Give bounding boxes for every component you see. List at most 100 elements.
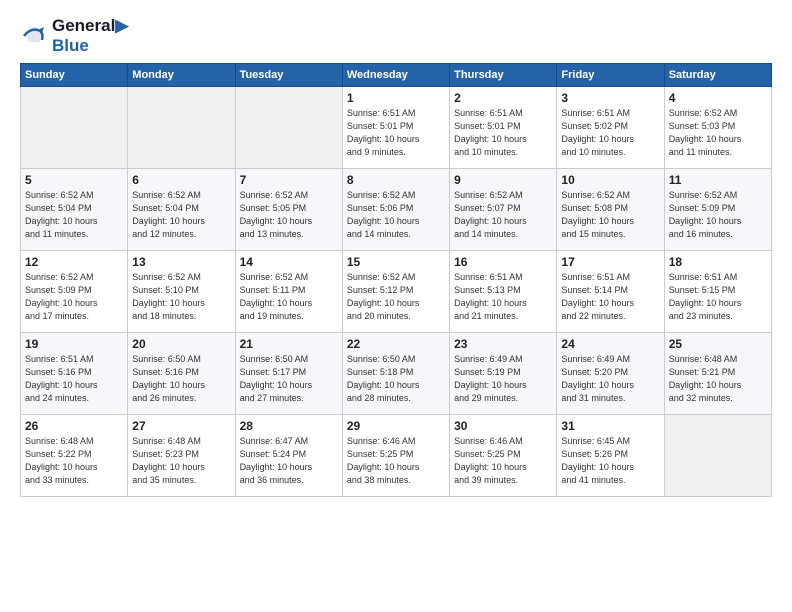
day-number: 14 xyxy=(240,255,338,269)
cell-content: Sunrise: 6:52 AM Sunset: 5:06 PM Dayligh… xyxy=(347,189,445,241)
day-number: 3 xyxy=(561,91,659,105)
calendar-cell: 14 Sunrise: 6:52 AM Sunset: 5:11 PM Dayli… xyxy=(235,251,342,333)
cell-content: Sunrise: 6:51 AM Sunset: 5:02 PM Dayligh… xyxy=(561,107,659,159)
calendar-cell: 2 Sunrise: 6:51 AM Sunset: 5:01 PM Daylig… xyxy=(450,87,557,169)
calendar-cell: 16 Sunrise: 6:51 AM Sunset: 5:13 PM Dayli… xyxy=(450,251,557,333)
cell-content: Sunrise: 6:51 AM Sunset: 5:01 PM Dayligh… xyxy=(347,107,445,159)
calendar-cell xyxy=(235,87,342,169)
calendar-cell: 18 Sunrise: 6:51 AM Sunset: 5:15 PM Dayli… xyxy=(664,251,771,333)
cell-content: Sunrise: 6:50 AM Sunset: 5:17 PM Dayligh… xyxy=(240,353,338,405)
day-number: 7 xyxy=(240,173,338,187)
cell-content: Sunrise: 6:46 AM Sunset: 5:25 PM Dayligh… xyxy=(454,435,552,487)
calendar-cell: 25 Sunrise: 6:48 AM Sunset: 5:21 PM Dayli… xyxy=(664,333,771,415)
cell-content: Sunrise: 6:47 AM Sunset: 5:24 PM Dayligh… xyxy=(240,435,338,487)
cell-content: Sunrise: 6:52 AM Sunset: 5:07 PM Dayligh… xyxy=(454,189,552,241)
weekday-header-sunday: Sunday xyxy=(21,64,128,87)
cell-content: Sunrise: 6:46 AM Sunset: 5:25 PM Dayligh… xyxy=(347,435,445,487)
weekday-header-friday: Friday xyxy=(557,64,664,87)
calendar-cell: 27Sunrise: 6:48 AM Sunset: 5:23 PM Dayli… xyxy=(128,415,235,497)
day-number: 22 xyxy=(347,337,445,351)
day-number: 12 xyxy=(25,255,123,269)
cell-content: Sunrise: 6:50 AM Sunset: 5:18 PM Dayligh… xyxy=(347,353,445,405)
calendar-week-row: 26Sunrise: 6:48 AM Sunset: 5:22 PM Dayli… xyxy=(21,415,772,497)
day-number: 15 xyxy=(347,255,445,269)
day-number: 31 xyxy=(561,419,659,433)
calendar-cell: 23Sunrise: 6:49 AM Sunset: 5:19 PM Dayli… xyxy=(450,333,557,415)
cell-content: Sunrise: 6:52 AM Sunset: 5:05 PM Dayligh… xyxy=(240,189,338,241)
weekday-header-wednesday: Wednesday xyxy=(342,64,449,87)
logo: General▶ Blue xyxy=(20,16,128,55)
calendar-week-row: 19 Sunrise: 6:51 AM Sunset: 5:16 PM Dayli… xyxy=(21,333,772,415)
calendar-cell: 13Sunrise: 6:52 AM Sunset: 5:10 PM Dayli… xyxy=(128,251,235,333)
weekday-header-thursday: Thursday xyxy=(450,64,557,87)
cell-content: Sunrise: 6:48 AM Sunset: 5:21 PM Dayligh… xyxy=(669,353,767,405)
calendar-week-row: 1 Sunrise: 6:51 AM Sunset: 5:01 PM Daylig… xyxy=(21,87,772,169)
day-number: 9 xyxy=(454,173,552,187)
cell-content: Sunrise: 6:52 AM Sunset: 5:04 PM Dayligh… xyxy=(25,189,123,241)
calendar-cell: 3 Sunrise: 6:51 AM Sunset: 5:02 PM Daylig… xyxy=(557,87,664,169)
calendar-cell: 10 Sunrise: 6:52 AM Sunset: 5:08 PM Dayli… xyxy=(557,169,664,251)
cell-content: Sunrise: 6:52 AM Sunset: 5:08 PM Dayligh… xyxy=(561,189,659,241)
cell-content: Sunrise: 6:48 AM Sunset: 5:22 PM Dayligh… xyxy=(25,435,123,487)
cell-content: Sunrise: 6:49 AM Sunset: 5:19 PM Dayligh… xyxy=(454,353,552,405)
cell-content: Sunrise: 6:51 AM Sunset: 5:14 PM Dayligh… xyxy=(561,271,659,323)
calendar-cell: 19 Sunrise: 6:51 AM Sunset: 5:16 PM Dayli… xyxy=(21,333,128,415)
day-number: 8 xyxy=(347,173,445,187)
weekday-header-tuesday: Tuesday xyxy=(235,64,342,87)
day-number: 11 xyxy=(669,173,767,187)
day-number: 20 xyxy=(132,337,230,351)
day-number: 30 xyxy=(454,419,552,433)
day-number: 2 xyxy=(454,91,552,105)
weekday-header-row: SundayMondayTuesdayWednesdayThursdayFrid… xyxy=(21,64,772,87)
day-number: 5 xyxy=(25,173,123,187)
calendar-cell: 15 Sunrise: 6:52 AM Sunset: 5:12 PM Dayli… xyxy=(342,251,449,333)
calendar-cell: 17 Sunrise: 6:51 AM Sunset: 5:14 PM Dayli… xyxy=(557,251,664,333)
day-number: 4 xyxy=(669,91,767,105)
logo-icon xyxy=(20,22,48,50)
day-number: 19 xyxy=(25,337,123,351)
calendar-cell: 30 Sunrise: 6:46 AM Sunset: 5:25 PM Dayli… xyxy=(450,415,557,497)
calendar-cell: 26Sunrise: 6:48 AM Sunset: 5:22 PM Dayli… xyxy=(21,415,128,497)
cell-content: Sunrise: 6:51 AM Sunset: 5:01 PM Dayligh… xyxy=(454,107,552,159)
page-header: General▶ Blue xyxy=(20,16,772,55)
calendar-cell: 6 Sunrise: 6:52 AM Sunset: 5:04 PM Daylig… xyxy=(128,169,235,251)
calendar-cell: 20 Sunrise: 6:50 AM Sunset: 5:16 PM Dayli… xyxy=(128,333,235,415)
cell-content: Sunrise: 6:52 AM Sunset: 5:09 PM Dayligh… xyxy=(669,189,767,241)
day-number: 6 xyxy=(132,173,230,187)
cell-content: Sunrise: 6:52 AM Sunset: 5:12 PM Dayligh… xyxy=(347,271,445,323)
calendar-week-row: 12Sunrise: 6:52 AM Sunset: 5:09 PM Dayli… xyxy=(21,251,772,333)
day-number: 1 xyxy=(347,91,445,105)
calendar-cell: 29 Sunrise: 6:46 AM Sunset: 5:25 PM Dayli… xyxy=(342,415,449,497)
cell-content: Sunrise: 6:52 AM Sunset: 5:11 PM Dayligh… xyxy=(240,271,338,323)
cell-content: Sunrise: 6:50 AM Sunset: 5:16 PM Dayligh… xyxy=(132,353,230,405)
calendar-cell: 31 Sunrise: 6:45 AM Sunset: 5:26 PM Dayli… xyxy=(557,415,664,497)
calendar-cell: 8 Sunrise: 6:52 AM Sunset: 5:06 PM Daylig… xyxy=(342,169,449,251)
calendar-cell xyxy=(128,87,235,169)
calendar-cell xyxy=(664,415,771,497)
cell-content: Sunrise: 6:51 AM Sunset: 5:16 PM Dayligh… xyxy=(25,353,123,405)
cell-content: Sunrise: 6:51 AM Sunset: 5:13 PM Dayligh… xyxy=(454,271,552,323)
logo-text: General▶ Blue xyxy=(52,16,128,55)
cell-content: Sunrise: 6:48 AM Sunset: 5:23 PM Dayligh… xyxy=(132,435,230,487)
cell-content: Sunrise: 6:52 AM Sunset: 5:04 PM Dayligh… xyxy=(132,189,230,241)
day-number: 10 xyxy=(561,173,659,187)
calendar-cell: 12Sunrise: 6:52 AM Sunset: 5:09 PM Dayli… xyxy=(21,251,128,333)
calendar-cell: 22 Sunrise: 6:50 AM Sunset: 5:18 PM Dayli… xyxy=(342,333,449,415)
day-number: 25 xyxy=(669,337,767,351)
day-number: 16 xyxy=(454,255,552,269)
cell-content: Sunrise: 6:52 AM Sunset: 5:03 PM Dayligh… xyxy=(669,107,767,159)
weekday-header-saturday: Saturday xyxy=(664,64,771,87)
calendar-cell: 4 Sunrise: 6:52 AM Sunset: 5:03 PM Daylig… xyxy=(664,87,771,169)
day-number: 29 xyxy=(347,419,445,433)
day-number: 18 xyxy=(669,255,767,269)
day-number: 13 xyxy=(132,255,230,269)
day-number: 21 xyxy=(240,337,338,351)
cell-content: Sunrise: 6:45 AM Sunset: 5:26 PM Dayligh… xyxy=(561,435,659,487)
calendar-cell: 5 Sunrise: 6:52 AM Sunset: 5:04 PM Daylig… xyxy=(21,169,128,251)
calendar-cell: 21 Sunrise: 6:50 AM Sunset: 5:17 PM Dayli… xyxy=(235,333,342,415)
weekday-header-monday: Monday xyxy=(128,64,235,87)
day-number: 17 xyxy=(561,255,659,269)
calendar-page: General▶ Blue SundayMondayTuesdayWednesd… xyxy=(0,0,792,612)
cell-content: Sunrise: 6:51 AM Sunset: 5:15 PM Dayligh… xyxy=(669,271,767,323)
day-number: 24 xyxy=(561,337,659,351)
